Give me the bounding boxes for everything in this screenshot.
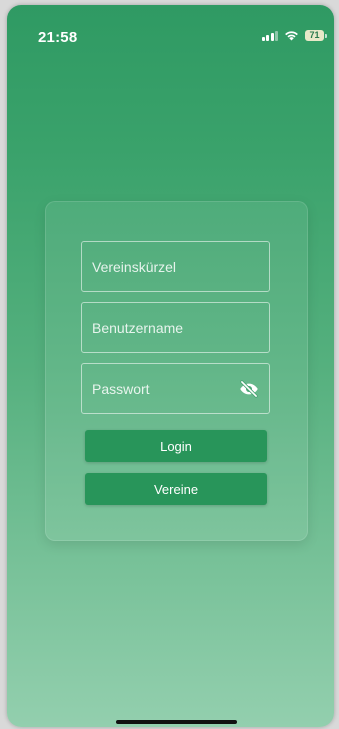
login-card: Login Vereine (45, 201, 308, 541)
club-code-input[interactable] (82, 242, 269, 291)
home-indicator[interactable] (116, 720, 237, 724)
username-field[interactable] (81, 302, 270, 353)
battery-level: 71 (309, 30, 320, 40)
password-field[interactable] (81, 363, 270, 414)
clubs-button[interactable]: Vereine (85, 473, 267, 505)
status-time: 21:58 (38, 29, 78, 46)
status-bar: 21:58 71 (7, 5, 334, 49)
phone-screen: 21:58 71 Vereinskürzel Benutzername Logi… (7, 5, 334, 727)
status-icons: 71 (261, 30, 327, 41)
login-button[interactable]: Login (85, 430, 267, 462)
eye-slash-icon[interactable] (239, 379, 259, 399)
username-input[interactable] (82, 303, 269, 352)
club-code-field[interactable] (81, 241, 270, 292)
wifi-icon (285, 31, 298, 41)
signal-icon (261, 30, 278, 41)
battery-icon: 71 (305, 30, 327, 41)
